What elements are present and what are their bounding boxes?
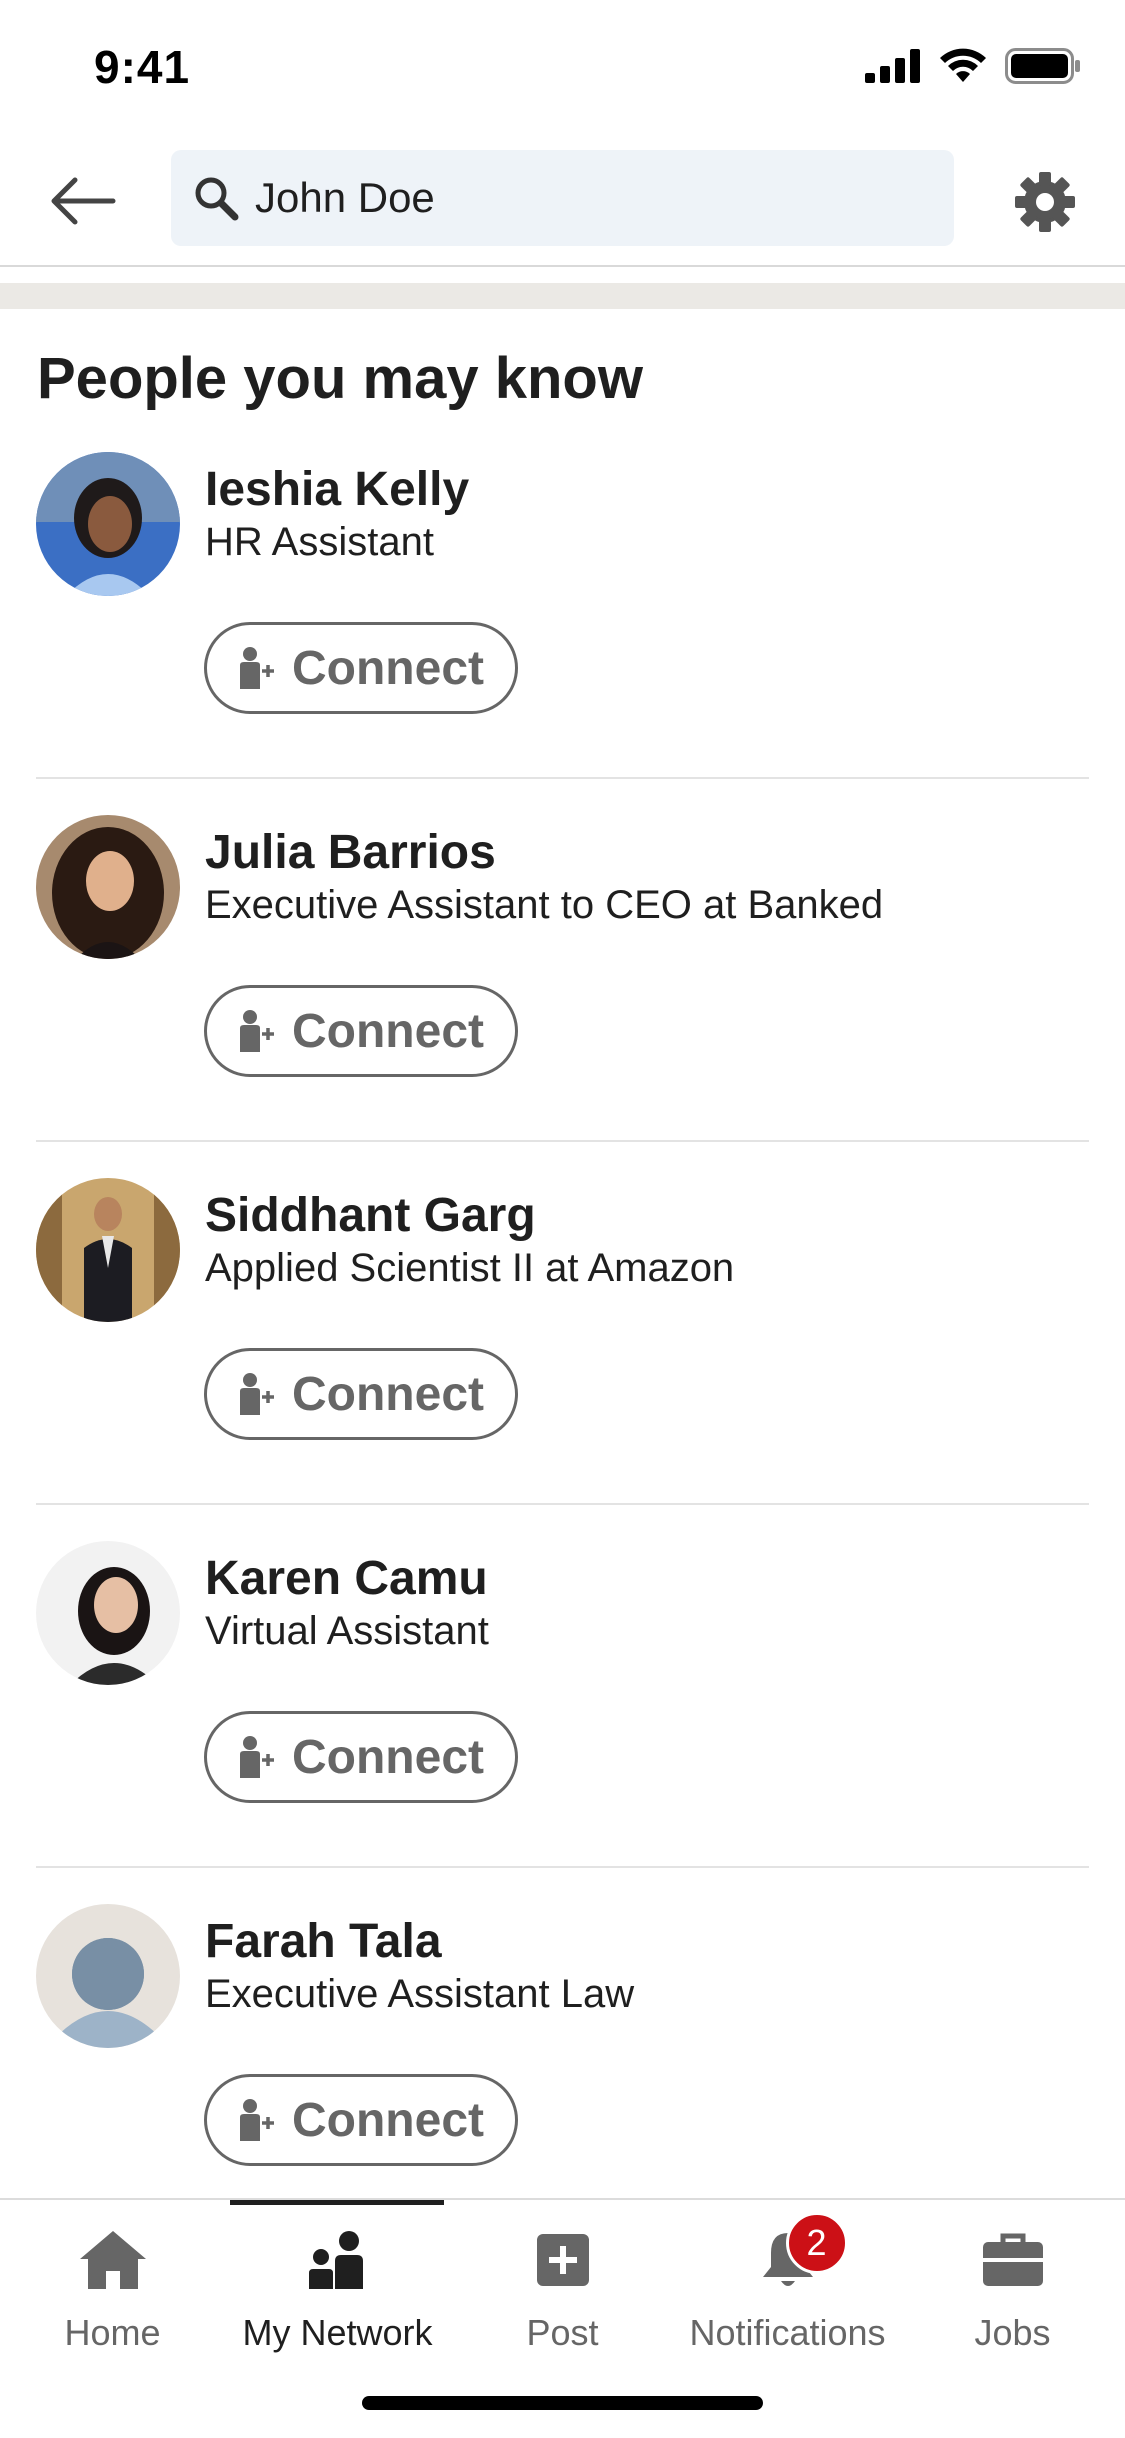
back-arrow-icon [51,177,116,225]
network-icon [298,2220,378,2300]
search-header: John Doe [0,140,1125,267]
person-name[interactable]: Julia Barrios [205,825,496,880]
add-person-icon [240,2099,274,2141]
home-icon [73,2220,153,2300]
connect-label: Connect [292,641,484,695]
active-tab-indicator [230,2200,444,2205]
connect-button[interactable]: Connect [204,1348,518,1440]
person-name[interactable]: Farah Tala [205,1914,442,1969]
cellular-signal-icon [865,49,920,83]
search-input[interactable]: John Doe [171,150,954,246]
nav-item-home[interactable]: Home [0,2216,225,2366]
nav-item-post[interactable]: Post [450,2216,675,2366]
avatar-placeholder[interactable] [36,1904,180,2048]
home-indicator [362,2396,763,2410]
person-name[interactable]: Ieshia Kelly [205,462,469,517]
connect-button[interactable]: Connect [204,622,518,714]
add-person-icon [240,1010,274,1052]
status-time: 9:41 [94,41,191,93]
section-title: People you may know [37,346,643,411]
nav-label-post: Post [526,2312,599,2353]
connect-button[interactable]: Connect [204,985,518,1077]
connect-label: Connect [292,1367,484,1421]
connect-label: Connect [292,2093,484,2147]
search-icon [189,171,243,225]
gear-icon [1015,172,1075,232]
nav-label-my-network: My Network [242,2312,433,2353]
row-divider [36,1503,1089,1505]
person-card: Karen Camu Virtual Assistant Connect [0,1529,1125,1892]
avatar[interactable] [36,452,180,596]
nav-label-jobs: Jobs [974,2312,1051,2353]
people-list: Ieshia Kelly HR Assistant Connect Julia … [0,440,1125,2255]
back-button[interactable] [40,166,124,236]
connect-label: Connect [292,1004,484,1058]
wifi-icon [940,48,986,82]
avatar[interactable] [36,1178,180,1322]
person-name[interactable]: Karen Camu [205,1551,488,1606]
person-headline: Executive Assistant Law [205,1972,635,2016]
add-person-icon [240,1373,274,1415]
nav-item-jobs[interactable]: Jobs [900,2216,1125,2366]
person-name[interactable]: Siddhant Garg [205,1188,536,1243]
person-headline: Applied Scientist II at Amazon [205,1246,735,1290]
add-person-icon [240,647,274,689]
avatar[interactable] [36,1541,180,1685]
status-bar: 9:41 [0,0,1125,140]
bell-icon: 2 [748,2212,848,2300]
status-icons [865,48,1081,84]
notification-badge: 2 [785,2212,848,2274]
post-icon [523,2220,603,2300]
person-card: Julia Barrios Executive Assistant to CEO… [0,803,1125,1166]
section-divider [0,283,1125,309]
row-divider [36,777,1089,779]
person-card: Ieshia Kelly HR Assistant Connect [0,440,1125,803]
nav-item-notifications[interactable]: 2 Notifications [675,2212,900,2366]
person-headline: Executive Assistant to CEO at Banked [205,883,884,927]
search-query: John Doe [255,174,435,221]
settings-button[interactable] [1005,162,1085,242]
connect-button[interactable]: Connect [204,1711,518,1803]
row-divider [36,1140,1089,1142]
person-card: Siddhant Garg Applied Scientist II at Am… [0,1166,1125,1529]
add-person-icon [240,1736,274,1778]
briefcase-icon [973,2220,1053,2300]
battery-icon [1005,48,1080,84]
nav-item-my-network[interactable]: My Network [225,2216,450,2366]
nav-label-notifications: Notifications [689,2312,886,2353]
person-headline: Virtual Assistant [205,1609,489,1653]
connect-label: Connect [292,1730,484,1784]
avatar[interactable] [36,815,180,959]
connect-button[interactable]: Connect [204,2074,518,2166]
nav-label-home: Home [64,2312,161,2353]
person-headline: HR Assistant [205,520,434,564]
row-divider [36,1866,1089,1868]
